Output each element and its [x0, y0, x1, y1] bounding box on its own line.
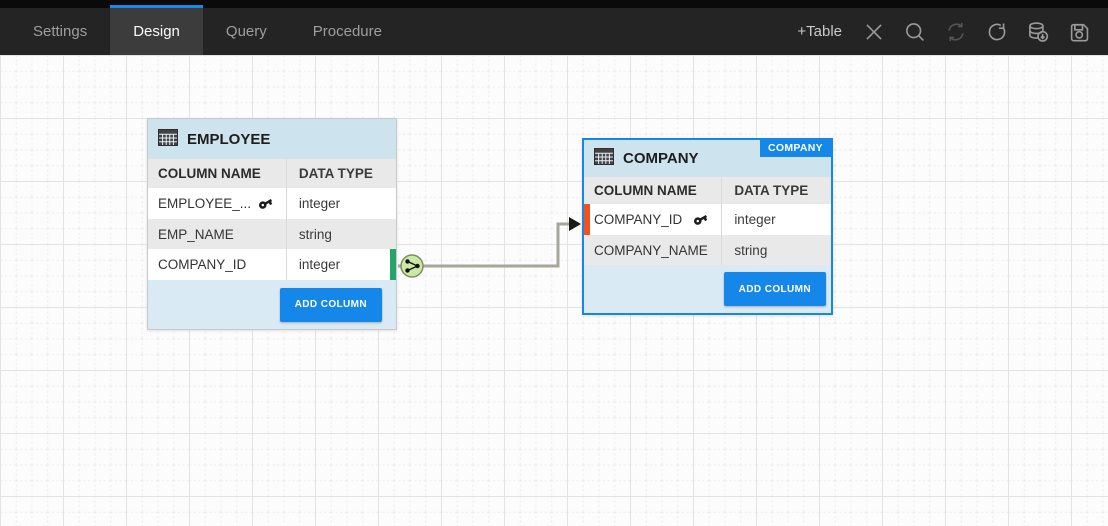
table-title: COMPANY: [623, 150, 699, 167]
refresh-icon[interactable]: [982, 17, 1012, 47]
selected-table-badge: COMPANY: [760, 140, 831, 157]
data-type-header: DATA TYPE: [287, 159, 396, 188]
entity-table-employee[interactable]: EMPLOYEE COLUMN NAME DATA TYPE EMPLOYEE_…: [147, 118, 397, 330]
database-export-icon[interactable]: [1023, 17, 1053, 47]
employee-row-employee-id[interactable]: EMPLOYEE_... integer: [148, 188, 396, 219]
column-type: string: [287, 219, 396, 249]
column-type: string: [722, 235, 831, 265]
entity-table-company[interactable]: COMPANY COMPANY COLUMN NAME DATA TYPE CO…: [582, 138, 833, 315]
save-icon[interactable]: [1064, 17, 1094, 47]
design-canvas[interactable]: EMPLOYEE COLUMN NAME DATA TYPE EMPLOYEE_…: [0, 55, 1108, 526]
column-name: COMPANY_ID: [158, 257, 246, 272]
topbar: Settings Design Query Procedure +Table: [0, 0, 1108, 55]
tab-settings[interactable]: Settings: [10, 8, 110, 55]
company-row-company-id[interactable]: COMPANY_ID integer: [584, 204, 831, 235]
employee-column-header-row: COLUMN NAME DATA TYPE: [148, 159, 396, 188]
data-type-header: DATA TYPE: [722, 177, 831, 204]
column-name: COMPANY_NAME: [594, 243, 708, 258]
table-grid-icon: [158, 129, 178, 150]
column-type: integer: [287, 249, 396, 280]
tab-procedure[interactable]: Procedure: [290, 8, 405, 55]
column-type: integer: [287, 188, 396, 219]
column-name: EMPLOYEE_...: [158, 196, 251, 211]
tab-query-label: Query: [226, 23, 267, 40]
add-column-button[interactable]: ADD COLUMN: [280, 288, 382, 322]
tab-query[interactable]: Query: [203, 8, 290, 55]
column-name: EMP_NAME: [158, 227, 234, 242]
tab-bar: Settings Design Query Procedure: [0, 8, 405, 55]
search-icon[interactable]: [900, 17, 930, 47]
company-table-footer: ADD COLUMN: [584, 265, 831, 313]
sync-icon[interactable]: [941, 17, 971, 47]
primary-key-icon: [255, 193, 275, 213]
employee-row-company-id[interactable]: COMPANY_ID integer: [148, 249, 396, 280]
add-table-button[interactable]: +Table: [797, 23, 842, 40]
close-icon[interactable]: [859, 17, 889, 47]
column-name: COMPANY_ID: [594, 212, 682, 227]
tab-settings-label: Settings: [33, 23, 87, 40]
column-name-header: COLUMN NAME: [584, 177, 722, 204]
table-grid-icon: [594, 148, 614, 169]
company-column-header-row: COLUMN NAME DATA TYPE: [584, 177, 831, 204]
toolbar: +Table: [797, 8, 1108, 55]
table-title: EMPLOYEE: [187, 131, 270, 148]
column-name-header: COLUMN NAME: [148, 159, 287, 188]
employee-table-footer: ADD COLUMN: [148, 280, 396, 329]
relation-node-handle[interactable]: [401, 255, 423, 277]
add-column-button[interactable]: ADD COLUMN: [724, 272, 826, 306]
tab-design[interactable]: Design: [110, 8, 203, 55]
column-type: integer: [722, 204, 831, 235]
company-row-company-name[interactable]: COMPANY_NAME string: [584, 235, 831, 265]
tab-design-label: Design: [133, 23, 180, 40]
tab-procedure-label: Procedure: [313, 23, 382, 40]
primary-key-icon: [691, 209, 711, 229]
employee-table-header[interactable]: EMPLOYEE: [148, 119, 396, 159]
employee-row-emp-name[interactable]: EMP_NAME string: [148, 219, 396, 249]
